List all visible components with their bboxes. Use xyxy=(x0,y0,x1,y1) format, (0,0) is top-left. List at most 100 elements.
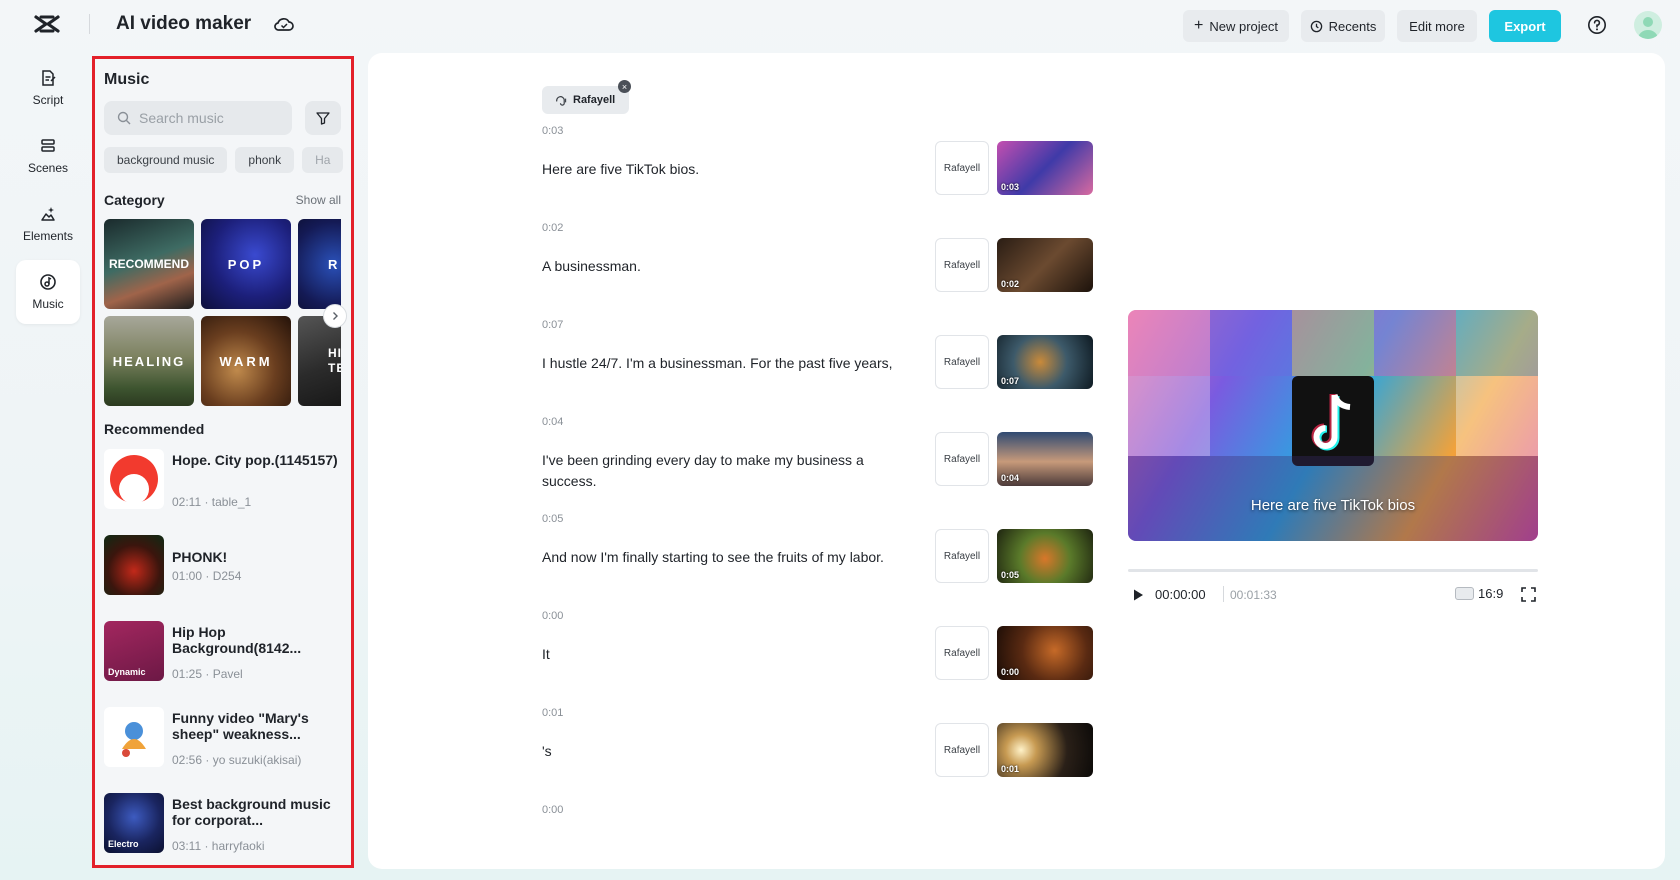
category-tile-recommend[interactable]: RECOMMEND xyxy=(104,219,194,309)
scene-thumbnail[interactable]: 0:00 xyxy=(997,626,1093,680)
edit-more-button[interactable]: Edit more xyxy=(1397,10,1477,42)
track-item[interactable]: Funny video "Mary's sheep" weakness... 0… xyxy=(104,707,344,793)
rail-item-music[interactable]: Music xyxy=(16,260,80,324)
track-meta: 03:11 · harryfaoki xyxy=(172,839,265,853)
scene-row[interactable]: 0:03 Here are five TikTok bios. Rafayell… xyxy=(542,125,1462,229)
user-avatar[interactable] xyxy=(1634,11,1662,39)
voice-chip[interactable]: Rafayell xyxy=(935,529,989,583)
track-meta: 01:25 · Pavel xyxy=(172,667,243,681)
header-divider xyxy=(89,14,90,34)
script-canvas: Rafayell × 0:03 Here are five TikTok bio… xyxy=(368,53,1665,869)
voice-chip[interactable]: Rafayell xyxy=(935,141,989,195)
track-meta: 02:11 · table_1 xyxy=(172,495,252,509)
scene-duration: 0:07 xyxy=(1001,376,1020,386)
scene-text[interactable]: I've been grinding every day to make my … xyxy=(542,450,912,492)
aspect-ratio-button[interactable]: 16:9 xyxy=(1455,586,1503,601)
track-name: Best background music for corporat... xyxy=(172,796,331,828)
rail-item-script[interactable]: Script xyxy=(16,56,80,120)
track-meta: 02:56 · yo suzuki(akisai) xyxy=(172,753,302,767)
category-title: Category xyxy=(104,192,165,208)
track-thumbnail xyxy=(104,707,164,767)
filter-icon xyxy=(316,112,330,125)
player-controls: 00:00:00 00:01:33 16:9 xyxy=(1128,584,1538,606)
scene-text[interactable]: And now I'm finally starting to see the … xyxy=(542,547,912,568)
app-title: AI video maker xyxy=(116,13,252,34)
scene-text[interactable]: I hustle 24/7. I'm a businessman. For th… xyxy=(542,353,912,374)
scene-text[interactable]: It xyxy=(542,644,912,665)
scene-duration: 0:03 xyxy=(1001,182,1020,192)
new-project-button[interactable]: + New project xyxy=(1183,10,1289,42)
category-label: R& xyxy=(328,256,341,272)
rail-item-elements[interactable]: Elements xyxy=(16,192,80,256)
recents-button[interactable]: Recents xyxy=(1301,10,1385,42)
close-icon[interactable]: × xyxy=(618,80,631,93)
rail-item-scenes[interactable]: Scenes xyxy=(16,124,80,188)
scene-row[interactable]: 0:00 It Rafayell 0:00 xyxy=(542,610,1462,714)
scene-text[interactable]: Here are five TikTok bios. xyxy=(542,159,912,180)
chip-phonk[interactable]: phonk xyxy=(235,147,295,173)
track-thumbnail: Electro xyxy=(104,793,164,853)
voice-chip[interactable]: Rafayell xyxy=(935,238,989,292)
track-item[interactable]: Electro Best background music for corpor… xyxy=(104,793,344,865)
category-next-button[interactable] xyxy=(323,304,347,328)
track-meta: 01:00 · D254 xyxy=(172,569,242,583)
playback-progress[interactable] xyxy=(1128,569,1538,572)
category-label: POP xyxy=(227,256,265,272)
category-tile-high-tempo[interactable]: HIG TEN xyxy=(298,316,341,406)
new-project-label: New project xyxy=(1209,18,1278,34)
scene-time: 0:04 xyxy=(542,416,564,428)
voice-chip[interactable]: Rafayell xyxy=(935,626,989,680)
category-grid: RECOMMEND POP R& HEALING WARM HIG TEN xyxy=(104,219,341,409)
scene-thumbnail[interactable]: 0:04 xyxy=(997,432,1093,486)
scene-thumbnail[interactable]: 0:05 xyxy=(997,529,1093,583)
video-preview[interactable]: Here are five TikTok bios xyxy=(1128,310,1538,541)
category-tile-healing[interactable]: HEALING xyxy=(104,316,194,406)
track-item[interactable]: Dynamic Hip Hop Background(8142... 01:25… xyxy=(104,621,344,707)
scene-duration: 0:05 xyxy=(1001,570,1020,580)
chevron-right-icon xyxy=(333,312,338,320)
track-thumbnail xyxy=(104,535,164,595)
track-thumbnail: Dynamic xyxy=(104,621,164,681)
category-header: Category Show all xyxy=(104,192,341,208)
category-tile-rb[interactable]: R& xyxy=(298,219,341,309)
track-item[interactable]: Hope. City pop.(1145157) 02:11 · table_1 xyxy=(104,449,344,535)
track-name: PHONK! xyxy=(172,549,228,565)
voice-chip[interactable]: Rafayell xyxy=(935,723,989,777)
voice-chip[interactable]: Rafayell xyxy=(935,335,989,389)
track-item[interactable]: PHONK! 01:00 · D254 xyxy=(104,535,344,621)
show-all-link[interactable]: Show all xyxy=(296,193,341,207)
track-name: Hope. City pop.(1145157) xyxy=(172,452,338,468)
scene-text[interactable]: A businessman. xyxy=(542,256,912,277)
category-tile-pop[interactable]: POP xyxy=(201,219,291,309)
left-rail: Script Scenes Elements Music xyxy=(16,56,80,328)
chip-background-music[interactable]: background music xyxy=(104,147,228,173)
capcut-logo-icon[interactable] xyxy=(33,12,61,36)
scene-thumbnail[interactable]: 0:03 xyxy=(997,141,1093,195)
voice-chip[interactable]: Rafayell xyxy=(935,432,989,486)
category-label: HEALING xyxy=(112,353,186,369)
scene-row[interactable]: 0:01 's Rafayell 0:01 xyxy=(542,707,1462,811)
export-button[interactable]: Export xyxy=(1489,10,1561,42)
help-icon[interactable] xyxy=(1587,15,1607,35)
scene-row[interactable]: 0:00 xyxy=(542,804,1462,869)
track-tag: Dynamic xyxy=(108,667,146,677)
scene-thumbnail[interactable]: 0:01 xyxy=(997,723,1093,777)
category-tile-warm[interactable]: WARM xyxy=(201,316,291,406)
chip-ha[interactable]: Ha xyxy=(302,147,344,173)
preview-caption: Here are five TikTok bios xyxy=(1250,497,1416,514)
track-name: Hip Hop Background(8142... xyxy=(172,624,302,656)
aspect-ratio-label: 16:9 xyxy=(1478,586,1504,601)
search-input[interactable]: Search music xyxy=(104,101,292,135)
scene-thumbnail[interactable]: 0:07 xyxy=(997,335,1093,389)
rail-label: Music xyxy=(32,297,64,311)
speaker-tag[interactable]: Rafayell xyxy=(542,86,630,114)
panel-title: Music xyxy=(104,71,150,88)
cloud-sync-icon[interactable] xyxy=(273,14,295,34)
scene-thumbnail[interactable]: 0:02 xyxy=(997,238,1093,292)
rail-label: Scenes xyxy=(27,161,69,175)
filter-button[interactable] xyxy=(305,101,341,135)
scene-text[interactable]: 's xyxy=(542,741,912,762)
recents-label: Recents xyxy=(1328,18,1377,34)
play-icon[interactable] xyxy=(1131,588,1145,602)
fullscreen-icon[interactable] xyxy=(1520,586,1537,603)
